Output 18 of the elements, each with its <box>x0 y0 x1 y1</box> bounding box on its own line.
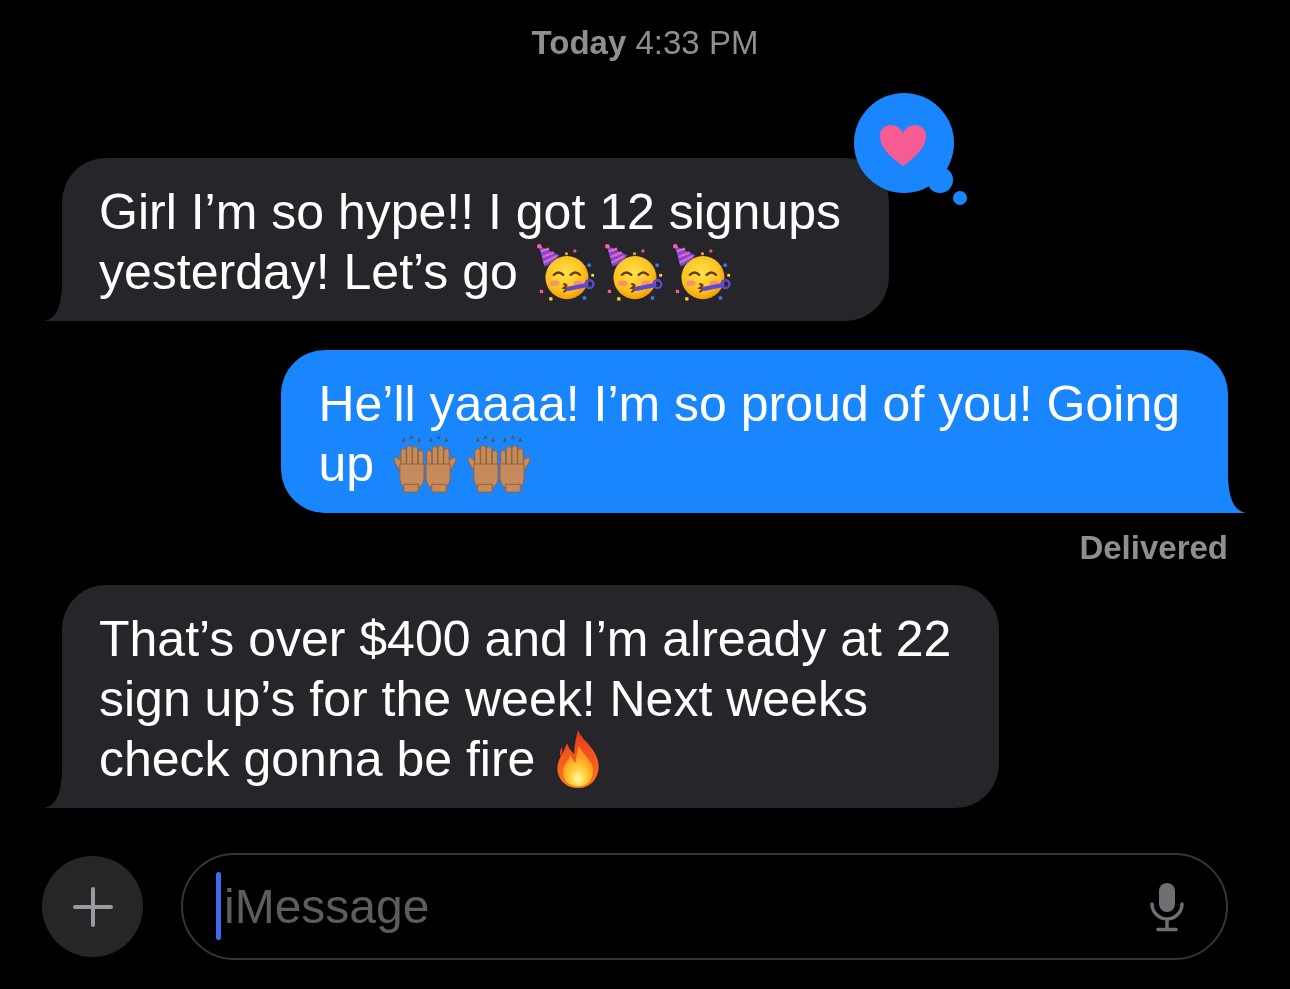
message-text: yesterday! Let’s go <box>99 243 518 302</box>
raised-hands-icon <box>466 435 533 493</box>
message-text: Girl I’m so hype!! I got 12 signups <box>99 183 842 242</box>
party-face-icon <box>671 243 732 301</box>
message-text: That’s over $400 and I’m already at 22 <box>99 610 952 669</box>
timestamp: Today 4:33 PM <box>531 24 759 61</box>
heart-reaction-icon <box>854 93 969 206</box>
message-text: He’ll yaaaa! I’m so proud of you! Going <box>318 375 1180 434</box>
message-input-field[interactable]: iMessage <box>181 853 1228 960</box>
party-face-icon <box>603 243 664 301</box>
message-text: sign up’s for the week! Next weeks <box>99 670 868 729</box>
raised-hands-icon <box>392 435 459 493</box>
party-face-icon <box>535 243 596 301</box>
microphone-icon[interactable] <box>1148 882 1186 932</box>
delivery-status: Delivered <box>1079 531 1228 565</box>
message-text: up <box>318 435 375 494</box>
plus-icon <box>72 886 113 927</box>
message-text: check gonna be fire <box>99 730 536 789</box>
